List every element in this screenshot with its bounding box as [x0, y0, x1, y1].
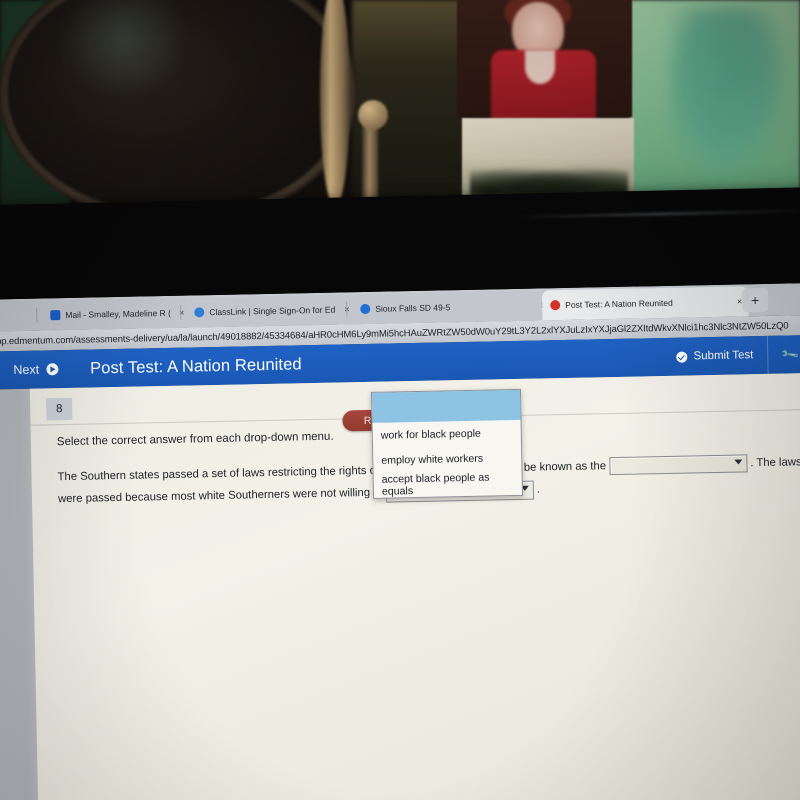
wall-paint-blob: [670, 8, 790, 183]
browser-tab-2[interactable]: ClassLink | Single Sign-On for Ed ×: [185, 294, 357, 328]
browser-tab-3[interactable]: Sioux Falls SD 49-5 ×: [351, 290, 553, 325]
page-title: Post Test: A Nation Reunited: [89, 354, 302, 378]
header-actions: Submit Test 🔧 Reade: [662, 334, 800, 376]
wall-photo-portrait: [457, 0, 632, 120]
reader-tools-button[interactable]: 🔧 Reade: [767, 334, 800, 374]
browser-tab-1[interactable]: Mail - Smalley, Madeline R (S-Sio ×: [42, 297, 191, 331]
stem-text-part2: . The laws: [750, 456, 800, 470]
question-number-badge: 8: [45, 397, 73, 421]
tab-label: ClassLink | Single Sign-On for Ed: [209, 304, 336, 318]
next-label: Next: [13, 362, 40, 378]
stem-text-part4: .: [536, 483, 541, 496]
next-arrow-icon: [45, 363, 59, 376]
submit-test-label: Submit Test: [693, 349, 754, 363]
wrench-icon: 🔧: [779, 344, 800, 365]
mirror-reflection-glow: [58, 0, 188, 98]
tab-label: Post Test: A Nation Reunited: [565, 297, 673, 310]
browser-tab-4[interactable]: Post Test: A Nation Reunited ×: [541, 286, 749, 321]
dropdown-option-2[interactable]: employ white workers: [373, 445, 521, 473]
tab-label: Sioux Falls SD 49-5: [375, 302, 451, 314]
green-wall-right: [630, 0, 800, 215]
dropdown-select-1[interactable]: [609, 454, 748, 476]
classlink-icon: [194, 307, 205, 318]
screenshot-root: he × Mail - Smalley, Madeline R (S-Sio ×…: [0, 0, 800, 800]
dropdown-option-0[interactable]: [371, 389, 521, 423]
district-icon: [360, 303, 371, 315]
mirror-knob: [358, 100, 388, 130]
question-card: 8 Select the correct answer from each dr…: [29, 372, 800, 800]
dropdown-options-list[interactable]: work for black people employ white worke…: [370, 388, 524, 499]
dropdown-option-1[interactable]: work for black people: [373, 420, 521, 448]
bezel-highlight: [509, 209, 800, 219]
submit-test-button[interactable]: Submit Test: [662, 336, 768, 376]
assessment-body: 8 Select the correct answer from each dr…: [0, 372, 800, 800]
tab-label: Mail - Smalley, Madeline R (S-Sio: [65, 307, 171, 321]
room-background-photo: [0, 0, 800, 215]
outlook-icon: [50, 310, 61, 321]
mirror-frame-edge: [320, 0, 350, 207]
chevron-down-icon: [734, 459, 743, 465]
laptop-screen: he × Mail - Smalley, Madeline R (S-Sio ×…: [0, 282, 800, 800]
check-circle-icon: [676, 351, 688, 363]
portrait-collar: [525, 50, 555, 84]
stem-text-part3: were passed because most white Southerne…: [57, 486, 383, 506]
next-button[interactable]: Next: [0, 362, 59, 378]
dropdown-option-3[interactable]: accept black people as equals: [374, 470, 522, 498]
new-tab-button[interactable]: +: [741, 287, 769, 313]
edmentum-icon: [550, 300, 561, 311]
